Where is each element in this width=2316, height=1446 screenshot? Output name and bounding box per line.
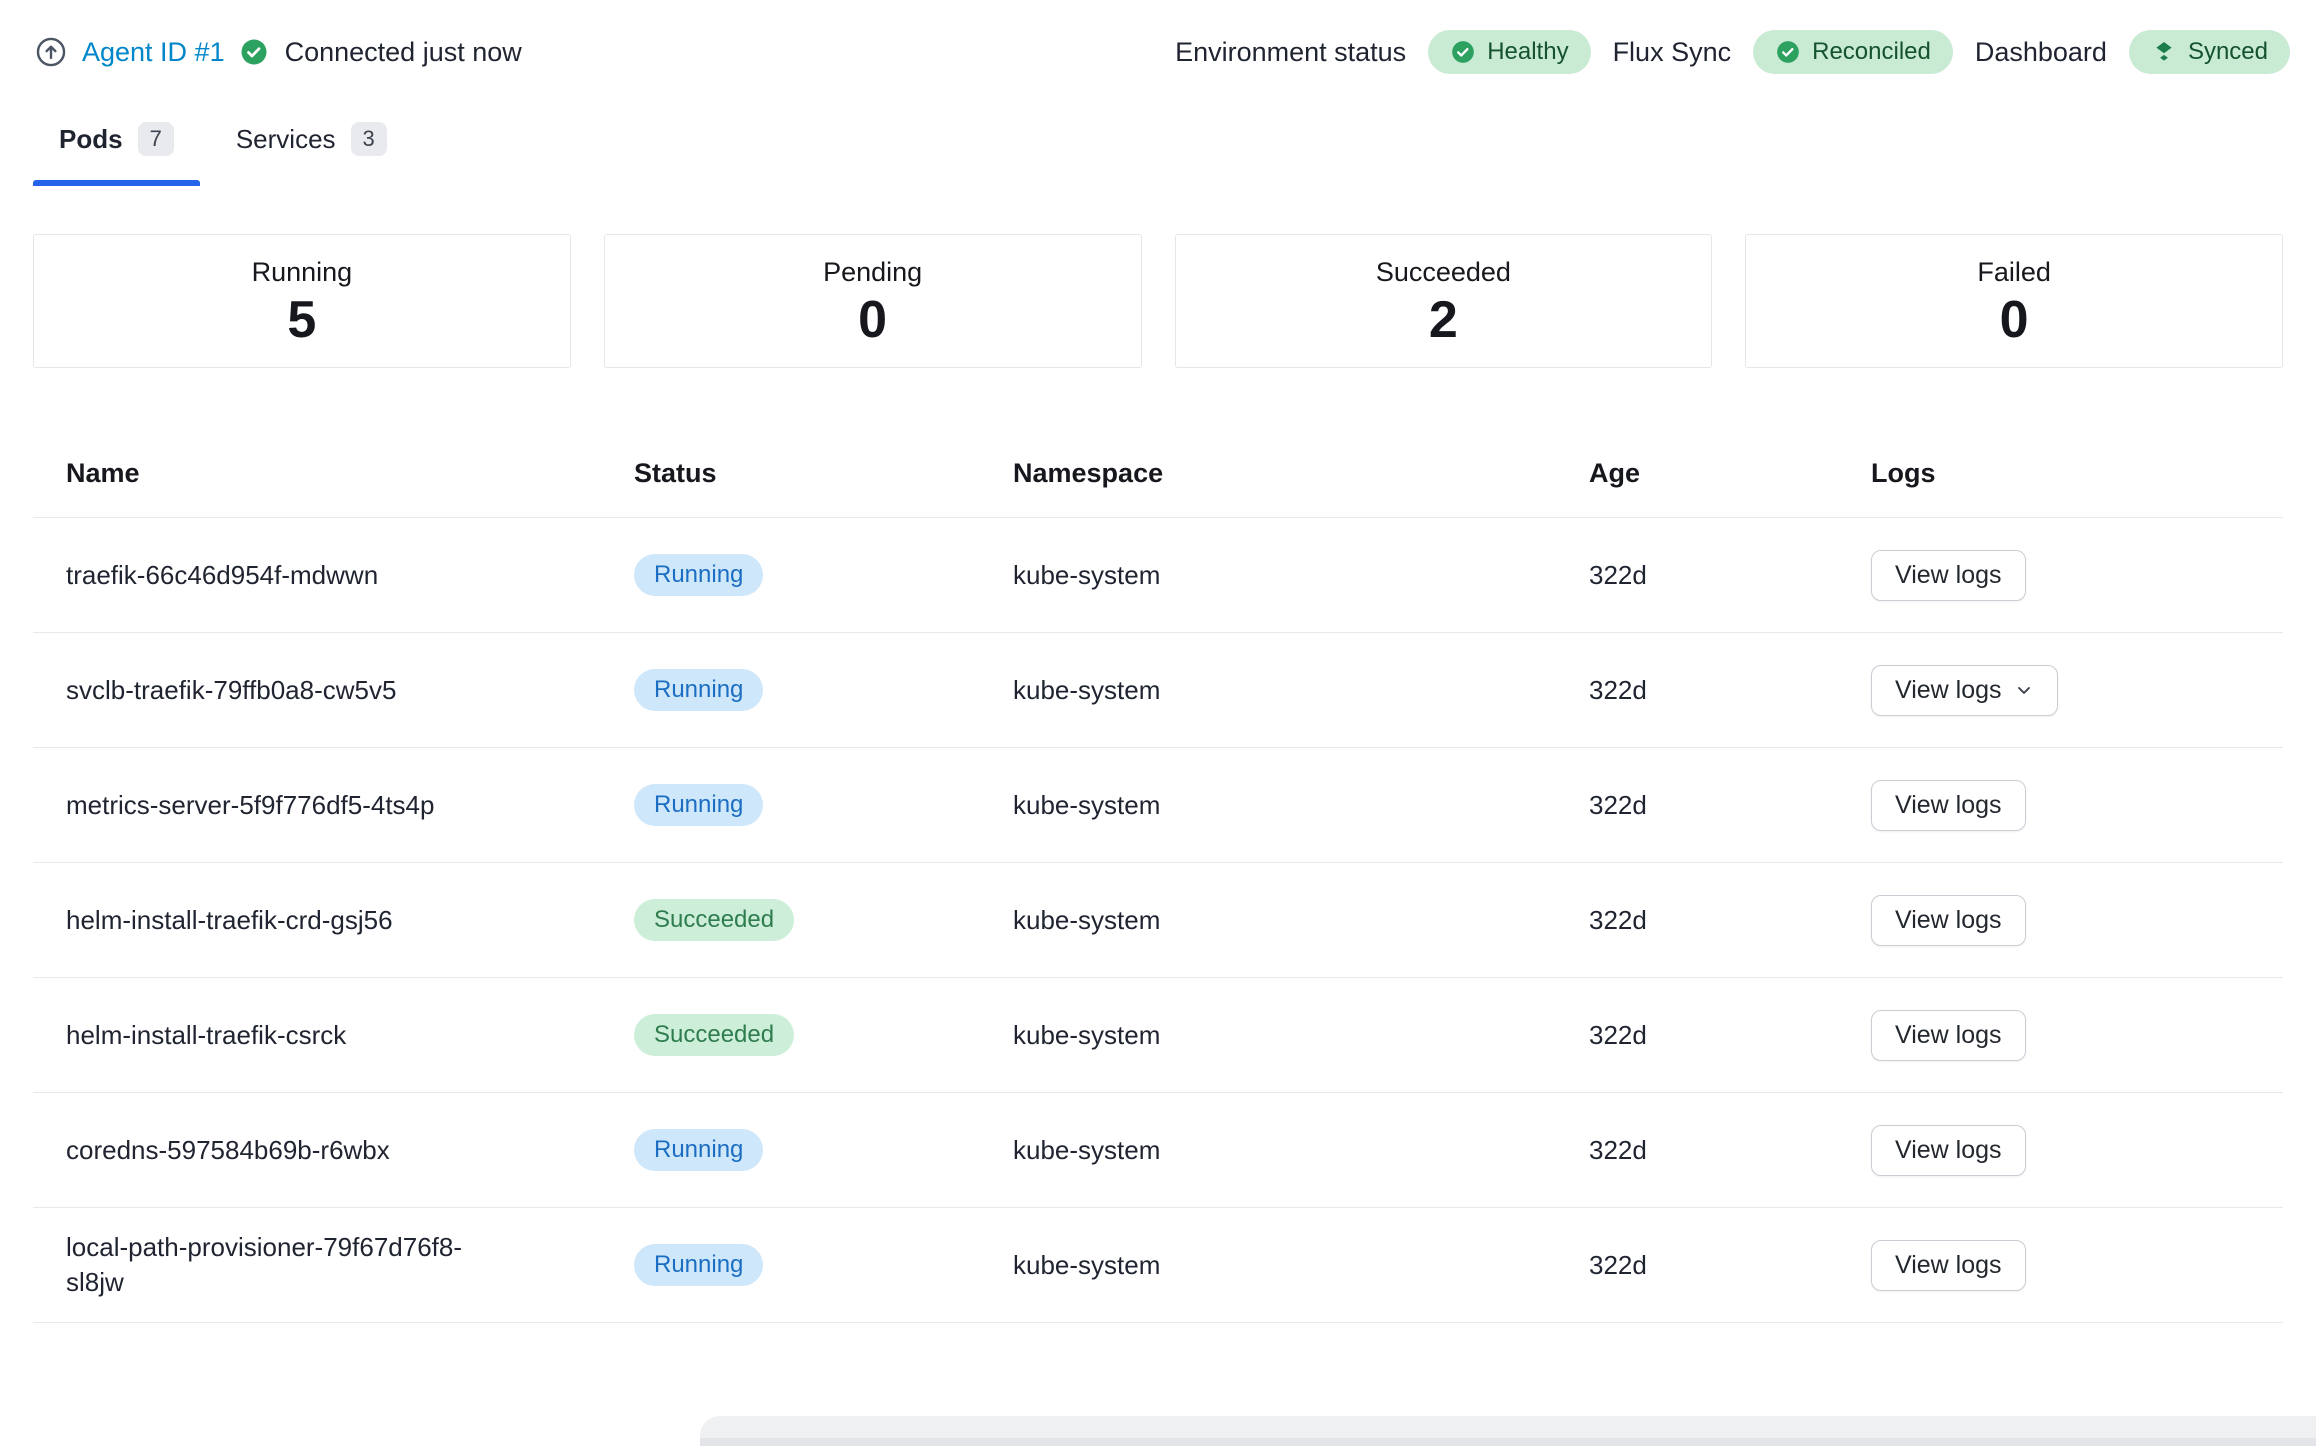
tab-services[interactable]: Services 3 (210, 104, 413, 186)
check-circle-icon (1775, 39, 1801, 65)
pod-name: helm-install-traefik-crd-gsj56 (66, 903, 393, 938)
stat-label: Pending (823, 257, 922, 288)
table-row: helm-install-traefik-csrck Succeeded kub… (33, 978, 2283, 1093)
table-row: helm-install-traefik-crd-gsj56 Succeeded… (33, 863, 2283, 978)
pod-name: svclb-traefik-79ffb0a8-cw5v5 (66, 673, 396, 708)
table-row: coredns-597584b69b-r6wbx Running kube-sy… (33, 1093, 2283, 1208)
pod-age: 322d (1556, 675, 1838, 706)
stat-value: 2 (1429, 294, 1458, 346)
tab-pods-label: Pods (59, 124, 123, 155)
view-logs-button[interactable]: View logs (1871, 1125, 2026, 1176)
check-circle-icon (1450, 39, 1476, 65)
view-logs-button[interactable]: View logs (1871, 1010, 2026, 1061)
connection-status-text: Connected just now (285, 37, 522, 68)
view-logs-label: View logs (1895, 1021, 2002, 1050)
pod-age: 322d (1556, 560, 1838, 591)
environment-badges-group: Environment status Healthy Flux Sync Rec… (1175, 30, 2290, 74)
dashboard-synced-value: Synced (2188, 40, 2268, 64)
view-logs-label: View logs (1895, 561, 2002, 590)
view-logs-label: View logs (1895, 791, 2002, 820)
table-row: metrics-server-5f9f776df5-4ts4p Running … (33, 748, 2283, 863)
table-row: svclb-traefik-79ffb0a8-cw5v5 Running kub… (33, 633, 2283, 748)
pod-name: traefik-66c46d954f-mdwwn (66, 558, 378, 593)
stat-card-succeeded: Succeeded 2 (1175, 234, 1713, 368)
pod-namespace: kube-system (980, 790, 1556, 821)
view-logs-label: View logs (1895, 906, 2002, 935)
view-logs-button[interactable]: View logs (1871, 1240, 2026, 1291)
status-badge: Running (634, 1129, 763, 1171)
top-bar: Agent ID #1 Connected just now Environme… (0, 0, 2316, 74)
table-row: local-path-provisioner-79f67d76f8-sl8jw … (33, 1208, 2283, 1323)
dashboard-label: Dashboard (1975, 37, 2107, 68)
pod-namespace: kube-system (980, 675, 1556, 706)
pod-name: metrics-server-5f9f776df5-4ts4p (66, 788, 434, 823)
col-header-status: Status (601, 434, 980, 517)
pod-namespace: kube-system (980, 905, 1556, 936)
tab-pods-count: 7 (138, 122, 174, 156)
environment-status-badge: Healthy (1428, 30, 1590, 74)
col-header-name: Name (33, 434, 601, 517)
status-badge: Running (634, 784, 763, 826)
status-badge: Running (634, 1244, 763, 1286)
tab-services-label: Services (236, 124, 336, 155)
environment-status-value: Healthy (1487, 40, 1568, 64)
stat-label: Failed (1977, 257, 2051, 288)
stat-label: Succeeded (1376, 257, 1511, 288)
view-logs-label: View logs (1895, 676, 2002, 705)
pod-name: local-path-provisioner-79f67d76f8-sl8jw (66, 1230, 513, 1300)
flux-sync-icon (2151, 39, 2177, 65)
flux-sync-label: Flux Sync (1613, 37, 1732, 68)
view-logs-button[interactable]: View logs (1871, 895, 2026, 946)
status-badge: Running (634, 669, 763, 711)
flux-sync-badge: Reconciled (1753, 30, 1953, 74)
tab-pods[interactable]: Pods 7 (33, 104, 200, 186)
stat-label: Running (252, 257, 353, 288)
pods-table: Name Status Namespace Age Logs traefik-6… (0, 434, 2316, 1323)
chevron-down-icon (2014, 680, 2034, 700)
stat-value: 0 (858, 294, 887, 346)
col-header-logs: Logs (1838, 434, 2283, 517)
connected-check-icon (239, 37, 269, 67)
view-logs-label: View logs (1895, 1251, 2002, 1280)
flux-sync-value: Reconciled (1812, 40, 1931, 64)
pod-age: 322d (1556, 790, 1838, 821)
pod-namespace: kube-system (980, 1250, 1556, 1281)
view-logs-dropdown-button[interactable]: View logs (1871, 665, 2058, 716)
table-header-row: Name Status Namespace Age Logs (33, 434, 2283, 518)
pod-namespace: kube-system (980, 1135, 1556, 1166)
col-header-namespace: Namespace (980, 434, 1556, 517)
resource-tabs: Pods 7 Services 3 (0, 104, 2316, 186)
bottom-strip (700, 1438, 2316, 1446)
pod-stats-row: Running 5 Pending 0 Succeeded 2 Failed 0 (0, 234, 2316, 368)
pod-age: 322d (1556, 905, 1838, 936)
col-header-age: Age (1556, 434, 1838, 517)
view-logs-button[interactable]: View logs (1871, 550, 2026, 601)
status-badge: Succeeded (634, 899, 794, 941)
stat-card-running: Running 5 (33, 234, 571, 368)
pod-age: 322d (1556, 1250, 1838, 1281)
pod-namespace: kube-system (980, 1020, 1556, 1051)
pod-age: 322d (1556, 1020, 1838, 1051)
pod-name: helm-install-traefik-csrck (66, 1018, 346, 1053)
environment-status-label: Environment status (1175, 37, 1406, 68)
view-logs-label: View logs (1895, 1136, 2002, 1165)
pod-namespace: kube-system (980, 560, 1556, 591)
agent-link[interactable]: Agent ID #1 (82, 37, 225, 68)
status-badge: Succeeded (634, 1014, 794, 1056)
stat-card-pending: Pending 0 (604, 234, 1142, 368)
agent-icon (34, 35, 68, 69)
view-logs-button[interactable]: View logs (1871, 780, 2026, 831)
dashboard-synced-badge: Synced (2129, 30, 2290, 74)
table-row: traefik-66c46d954f-mdwwn Running kube-sy… (33, 518, 2283, 633)
tab-services-count: 3 (351, 122, 387, 156)
stat-value: 0 (2000, 294, 2029, 346)
stat-card-failed: Failed 0 (1745, 234, 2283, 368)
pod-age: 322d (1556, 1135, 1838, 1166)
status-badge: Running (634, 554, 763, 596)
agent-status-group: Agent ID #1 Connected just now (34, 35, 522, 69)
stat-value: 5 (287, 294, 316, 346)
pod-name: coredns-597584b69b-r6wbx (66, 1133, 390, 1168)
